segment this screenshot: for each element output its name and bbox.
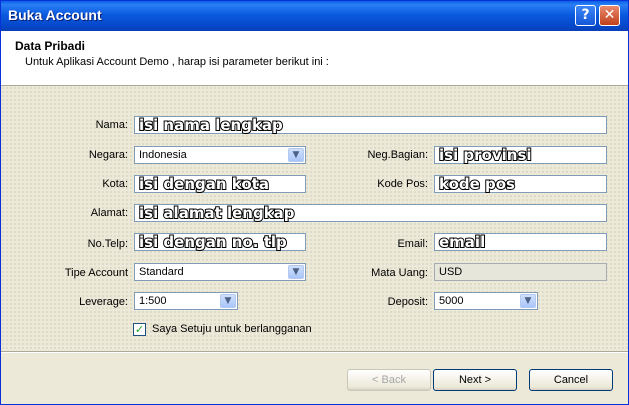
kota-value: isi dengan kota <box>138 175 270 194</box>
deposit-value: 5000 <box>439 295 464 307</box>
email-label: Email: <box>397 238 428 250</box>
alamat-label: Alamat: <box>90 207 128 219</box>
alamat-value: isi alamat lengkap <box>138 204 296 223</box>
header-title: Data Pribadi <box>15 39 86 53</box>
mata-uang-value: USD <box>439 266 463 278</box>
nama-value: isi nama lengkap <box>138 116 284 135</box>
deposit-label: Deposit: <box>387 296 428 308</box>
email-value: email <box>438 233 486 252</box>
header-subtitle: Untuk Aplikasi Account Demo , harap isi … <box>25 56 329 68</box>
leverage-value: 1:500 <box>139 295 167 307</box>
cancel-button[interactable]: Cancel <box>529 369 613 391</box>
title-bar[interactable]: Buka Account ? ✕ <box>1 1 628 31</box>
neg-bagian-input[interactable]: isi provinsi <box>434 146 607 165</box>
nama-input[interactable]: isi nama lengkap <box>134 116 607 135</box>
subscribe-checkbox[interactable]: ✓ <box>133 323 146 336</box>
kode-pos-label: Kode Pos: <box>377 178 428 190</box>
leverage-select[interactable]: 1:500 ▼ <box>134 292 238 310</box>
email-input[interactable]: email <box>434 233 607 252</box>
tipe-account-select[interactable]: Standard ▼ <box>134 263 306 281</box>
next-button[interactable]: Next > <box>433 369 517 391</box>
chevron-down-icon[interactable]: ▼ <box>288 265 304 279</box>
no-telp-value: isi dengan no. tlp <box>138 233 288 252</box>
chevron-down-icon[interactable]: ▼ <box>288 148 304 162</box>
deposit-select[interactable]: 5000 ▼ <box>434 292 538 310</box>
negara-select[interactable]: Indonesia ▼ <box>134 146 306 164</box>
mata-uang-label: Mata Uang: <box>371 267 428 279</box>
help-button[interactable]: ? <box>575 5 596 26</box>
dialog-window: Buka Account ? ✕ Data Pribadi Untuk Apli… <box>0 0 629 405</box>
neg-bagian-label: Neg.Bagian: <box>367 149 428 161</box>
negara-label: Negara: <box>88 149 128 161</box>
alamat-input[interactable]: isi alamat lengkap <box>134 204 607 223</box>
back-button[interactable]: < Back <box>347 369 431 391</box>
kota-input[interactable]: isi dengan kota <box>134 175 306 194</box>
tipe-account-label: Tipe Account <box>64 267 128 279</box>
neg-bagian-value: isi provinsi <box>438 146 533 165</box>
close-button[interactable]: ✕ <box>599 5 620 26</box>
wizard-header: Data Pribadi Untuk Aplikasi Account Demo… <box>1 31 628 86</box>
tipe-account-value: Standard <box>139 266 184 278</box>
leverage-label: Leverage: <box>79 296 128 308</box>
negara-value: Indonesia <box>139 149 187 161</box>
no-telp-input[interactable]: isi dengan no. tlp <box>134 233 306 252</box>
kode-pos-input[interactable]: kode pos <box>434 175 607 194</box>
kota-label: Kota: <box>102 178 128 190</box>
form-area: Nama: isi nama lengkap Negara: Indonesia… <box>1 86 628 351</box>
window-title: Buka Account <box>8 7 102 23</box>
footer-separator <box>1 351 628 353</box>
nama-label: Nama: <box>95 119 128 131</box>
chevron-down-icon[interactable]: ▼ <box>520 294 536 308</box>
kode-pos-value: kode pos <box>438 175 516 194</box>
subscribe-label[interactable]: Saya Setuju untuk berlangganan <box>152 323 312 335</box>
chevron-down-icon[interactable]: ▼ <box>220 294 236 308</box>
no-telp-label: No.Telp: <box>87 238 128 250</box>
checkmark-icon: ✓ <box>134 323 145 336</box>
mata-uang-field: USD <box>434 263 607 281</box>
